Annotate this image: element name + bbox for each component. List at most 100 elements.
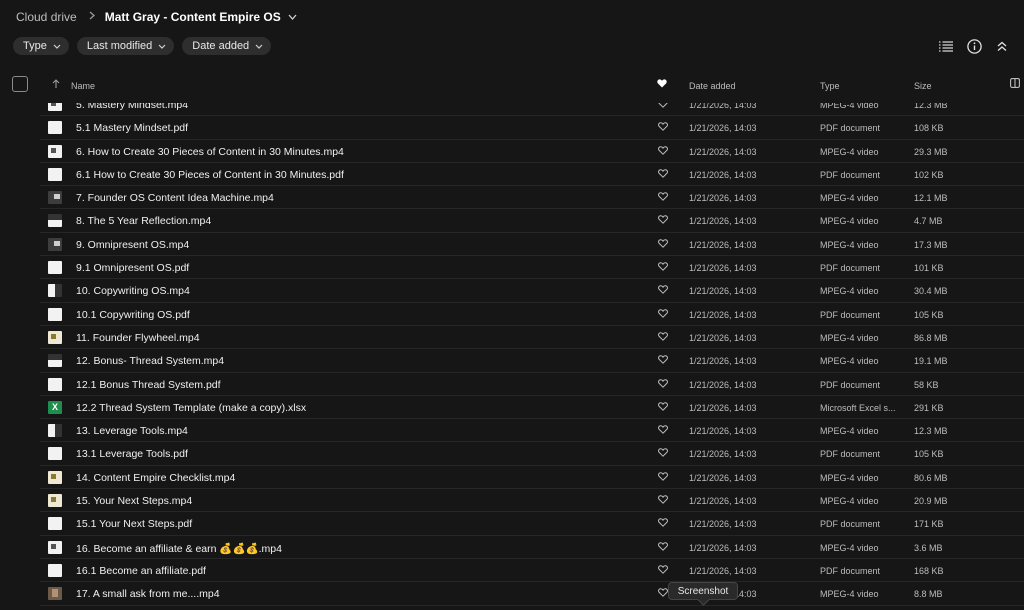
file-row[interactable]: 6. How to Create 30 Pieces of Content in… bbox=[40, 140, 1024, 163]
columns-settings-icon[interactable] bbox=[1010, 78, 1020, 90]
file-row[interactable]: X 12.2 Thread System Template (make a cop… bbox=[40, 396, 1024, 420]
info-icon[interactable] bbox=[960, 37, 988, 55]
file-name[interactable]: 5. Mastery Mindset.mp4 bbox=[76, 103, 188, 111]
file-name[interactable]: 6. How to Create 30 Pieces of Content in… bbox=[76, 146, 344, 158]
pdf-file-icon bbox=[48, 517, 62, 531]
favourite-heart-icon[interactable] bbox=[658, 103, 668, 110]
file-name[interactable]: 11. Founder Flywheel.mp4 bbox=[76, 332, 200, 344]
filter-type-label: Type bbox=[23, 40, 47, 52]
file-name[interactable]: 17. A small ask from me....mp4 bbox=[76, 588, 220, 600]
favourite-heart-icon[interactable] bbox=[658, 541, 668, 553]
file-date: 1/21/2026, 14:03 bbox=[689, 103, 757, 110]
favourite-heart-icon[interactable] bbox=[658, 308, 668, 320]
column-header-type[interactable]: Type bbox=[820, 81, 840, 91]
file-name[interactable]: 10. Copywriting OS.mp4 bbox=[76, 285, 190, 297]
file-name[interactable]: 15. Your Next Steps.mp4 bbox=[76, 495, 192, 507]
file-row[interactable]: 8. The 5 Year Reflection.mp4 1/21/2026, 1… bbox=[40, 209, 1024, 233]
favourite-heart-icon[interactable] bbox=[658, 215, 668, 226]
favourite-heart-icon[interactable] bbox=[658, 518, 668, 529]
file-type: MPEG-4 video bbox=[820, 146, 879, 157]
file-row[interactable]: 17. A small ask from me....mp41/21/2026,… bbox=[40, 582, 1024, 606]
favourite-heart-icon[interactable] bbox=[658, 402, 668, 413]
video-thumbnail-icon bbox=[48, 284, 62, 298]
file-name[interactable]: 12.1 Bonus Thread System.pdf bbox=[76, 379, 221, 391]
file-row[interactable]: 12. Bonus- Thread System.mp4 1/21/2026, 1… bbox=[40, 349, 1024, 373]
favourite-heart-icon[interactable] bbox=[658, 239, 668, 250]
column-header-name[interactable]: Name bbox=[71, 81, 95, 91]
breadcrumb-root[interactable]: Cloud drive bbox=[16, 10, 77, 24]
file-date: 1/21/2026, 14:03 bbox=[689, 263, 757, 274]
file-name[interactable]: 13.1 Leverage Tools.pdf bbox=[76, 448, 188, 460]
favourite-heart-icon[interactable] bbox=[658, 588, 668, 599]
filter-last-modified[interactable]: Last modified bbox=[76, 37, 175, 55]
file-name[interactable]: 6.1 How to Create 30 Pieces of Content i… bbox=[76, 169, 344, 181]
favourite-heart-icon[interactable] bbox=[658, 565, 668, 576]
favourite-heart-icon[interactable] bbox=[658, 262, 668, 273]
favourite-heart-icon[interactable] bbox=[658, 145, 668, 157]
file-date: 1/21/2026, 14:03 bbox=[689, 146, 757, 157]
file-name[interactable]: 12.2 Thread System Template (make a copy… bbox=[76, 402, 306, 414]
chevron-down-icon[interactable] bbox=[288, 14, 297, 20]
file-row[interactable]: 7. Founder OS Content Idea Machine.mp4 1/… bbox=[40, 186, 1024, 210]
file-size: 8.8 MB bbox=[914, 589, 943, 600]
favourite-heart-icon[interactable] bbox=[658, 495, 668, 506]
file-row[interactable]: 5. Mastery Mindset.mp4 1/21/2026, 14:03 MP… bbox=[40, 103, 1024, 117]
file-date: 1/21/2026, 14:03 bbox=[689, 472, 757, 483]
file-name[interactable]: 13. Leverage Tools.mp4 bbox=[76, 425, 188, 437]
file-row[interactable]: 13. Leverage Tools.mp4 1/21/2026, 14:03 MP… bbox=[40, 419, 1024, 443]
favourite-heart-icon[interactable] bbox=[658, 192, 668, 203]
file-row[interactable]: 15. Your Next Steps.mp4 1/21/2026, 14:03 M… bbox=[40, 489, 1024, 513]
file-name[interactable]: 12. Bonus- Thread System.mp4 bbox=[76, 355, 224, 367]
favourite-heart-icon[interactable] bbox=[658, 472, 668, 483]
list-view-icon[interactable] bbox=[932, 37, 960, 55]
file-row[interactable]: 14. Content Empire Checklist.mp4 1/21/202… bbox=[40, 466, 1024, 490]
file-name[interactable]: 7. Founder OS Content Idea Machine.mp4 bbox=[76, 192, 274, 204]
file-name[interactable]: 9.1 Omnipresent OS.pdf bbox=[76, 262, 189, 274]
favourite-heart-icon[interactable] bbox=[658, 448, 668, 459]
favourite-heart-icon[interactable] bbox=[658, 378, 668, 390]
select-all-checkbox[interactable] bbox=[12, 76, 28, 92]
file-size: 168 KB bbox=[914, 565, 944, 576]
file-row[interactable]: 6.1 How to Create 30 Pieces of Content i… bbox=[40, 163, 1024, 187]
file-name[interactable]: 5.1 Mastery Mindset.pdf bbox=[76, 122, 188, 134]
file-date: 1/21/2026, 14:03 bbox=[689, 379, 757, 390]
pdf-file-icon bbox=[48, 447, 62, 461]
file-row[interactable]: 5.1 Mastery Mindset.pdf 1/21/2026, 14:03 P… bbox=[40, 116, 1024, 140]
column-header-date-added[interactable]: Date added bbox=[689, 81, 736, 91]
favourite-heart-icon[interactable] bbox=[658, 332, 668, 343]
file-name[interactable]: 10.1 Copywriting OS.pdf bbox=[76, 309, 190, 321]
column-header-size[interactable]: Size bbox=[914, 81, 932, 91]
file-name[interactable]: 9. Omnipresent OS.mp4 bbox=[76, 239, 189, 251]
file-row[interactable]: 16. Become an affiliate & earn 💰💰💰.mp4 1/… bbox=[40, 536, 1024, 559]
file-name[interactable]: 16.1 Become an affiliate.pdf bbox=[76, 565, 206, 577]
file-row[interactable]: 10.1 Copywriting OS.pdf 1/21/2026, 14:03 P… bbox=[40, 303, 1024, 326]
file-row[interactable]: 16.1 Become an affiliate.pdf 1/21/2026, 1… bbox=[40, 559, 1024, 583]
file-date: 1/21/2026, 14:03 bbox=[689, 193, 757, 204]
filter-type[interactable]: Type bbox=[13, 37, 69, 55]
favourite-heart-icon[interactable] bbox=[658, 169, 668, 180]
favourite-heart-icon[interactable] bbox=[658, 122, 668, 133]
filter-date-added[interactable]: Date added bbox=[182, 37, 272, 55]
sort-arrow-up-icon[interactable] bbox=[52, 79, 60, 91]
collapse-icon[interactable] bbox=[988, 37, 1016, 55]
table-header: Name Date added Type Size bbox=[0, 72, 1024, 98]
file-row[interactable]: 9. Omnipresent OS.mp4 1/21/2026, 14:03 MPE… bbox=[40, 233, 1024, 257]
file-row[interactable]: 13.1 Leverage Tools.pdf 1/21/2026, 14:03 P… bbox=[40, 442, 1024, 466]
excel-file-icon: X bbox=[48, 400, 62, 414]
favourite-heart-icon[interactable] bbox=[658, 285, 668, 296]
file-name[interactable]: 8. The 5 Year Reflection.mp4 bbox=[76, 215, 211, 227]
file-row[interactable]: 15.1 Your Next Steps.pdf 1/21/2026, 14:03… bbox=[40, 512, 1024, 536]
file-row[interactable]: 10. Copywriting OS.mp4 1/21/2026, 14:03 MP… bbox=[40, 279, 1024, 303]
file-row[interactable]: 11. Founder Flywheel.mp4 1/21/2026, 14:03… bbox=[40, 326, 1024, 350]
favourite-heart-icon[interactable] bbox=[658, 425, 668, 436]
file-name[interactable]: 15.1 Your Next Steps.pdf bbox=[76, 518, 192, 530]
file-row[interactable]: 9.1 Omnipresent OS.pdf 1/21/2026, 14:03 PD… bbox=[40, 256, 1024, 280]
file-row[interactable]: 12.1 Bonus Thread System.pdf 1/21/2026, 1… bbox=[40, 373, 1024, 396]
video-thumbnail-icon bbox=[48, 144, 62, 158]
favourite-column-heart-icon[interactable] bbox=[657, 79, 667, 90]
video-thumbnail-icon bbox=[48, 103, 62, 111]
file-name[interactable]: 16. Become an affiliate & earn 💰💰💰.mp4 bbox=[76, 542, 282, 555]
breadcrumb-current-folder[interactable]: Matt Gray - Content Empire OS bbox=[105, 10, 281, 24]
file-name[interactable]: 14. Content Empire Checklist.mp4 bbox=[76, 472, 235, 484]
favourite-heart-icon[interactable] bbox=[658, 355, 668, 366]
